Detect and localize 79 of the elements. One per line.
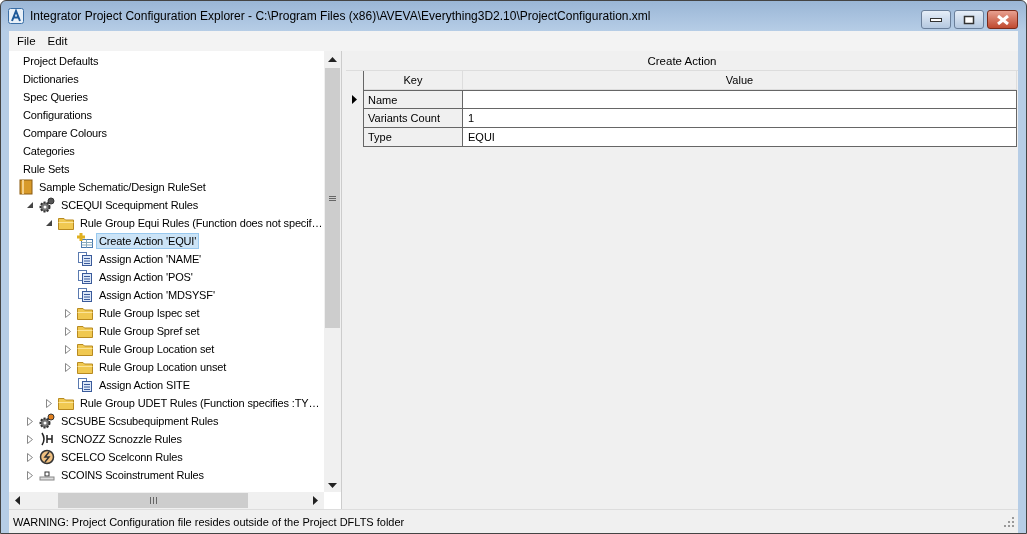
tree-item[interactable]: SCNOZZ Scnozzle Rules [58,431,185,447]
tree-item[interactable]: Rule Group Equi Rules (Function does not specif… [77,215,326,231]
gears-icon [39,413,55,429]
tree-item[interactable]: SCELCO Scelconn Rules [58,449,186,465]
minimize-button[interactable] [921,10,951,29]
table-cell[interactable] [463,90,1017,109]
resize-grip-icon[interactable] [1004,516,1014,527]
tree-item[interactable]: SCEQUI Scequipment Rules [58,197,201,213]
expand-arrow-icon[interactable] [65,344,71,354]
folder-icon [77,324,93,338]
folder-icon [77,360,93,374]
nozzle-icon [39,431,55,447]
tree-item[interactable]: Dictionaries [20,71,82,87]
tree-item[interactable]: Rule Group Location unset [96,359,230,375]
expand-arrow-icon[interactable] [65,326,71,336]
tree-item[interactable]: Assign Action 'POS' [96,269,196,285]
panel-title: Create Action [346,51,1018,71]
expand-arrow-icon[interactable] [65,308,71,318]
tree-item[interactable]: Rule Group Ispec set [96,305,203,321]
tree-item[interactable]: SCOINS Scoinstrument Rules [58,467,207,483]
grip-icon [149,497,157,504]
folder-icon [58,216,74,230]
document-icon [77,287,93,303]
tree-item[interactable]: Sample Schematic/Design RuleSet [36,179,209,195]
tree-item[interactable]: Rule Group UDET Rules (Function specifies :TY… [77,395,323,411]
tree-item[interactable]: Rule Group Location set [96,341,218,357]
tree-item[interactable]: Create Action 'EQUI' [96,233,200,249]
book-icon [19,179,33,195]
minimize-icon [930,16,942,23]
tree-item[interactable]: Rule Group Spref set [96,323,203,339]
window-title: Integrator Project Configuration Explorer - C:\Program Files (x86)\AVEVA\Everything3D2.10\ProjectConfiguration.xml [30,9,651,23]
table-cell: Type [364,128,463,147]
collapse-arrow-icon[interactable] [27,202,33,208]
tree-item[interactable]: Assign Action 'MDSYSF' [96,287,218,303]
expand-arrow-icon[interactable] [46,398,52,408]
tree-item[interactable]: Rule Sets [20,161,73,177]
tree-item[interactable]: Assign Action 'NAME' [96,251,205,267]
table-cell: Name [364,90,463,109]
gears-icon [39,197,55,213]
tree-item[interactable]: Spec Queries [20,89,91,105]
vertical-scrollbar[interactable] [324,51,341,492]
menu-item[interactable]: Edit [43,35,76,47]
scroll-down-arrow-icon[interactable] [328,483,337,488]
bolt-circle-icon [39,449,55,465]
table-cell[interactable]: EQUI [463,128,1017,147]
tree-item[interactable]: Categories [20,143,78,159]
tree-item[interactable]: Assign Action SITE [96,377,193,393]
maximize-icon [963,14,975,25]
folder-icon [77,342,93,356]
tree-item[interactable]: Configurations [20,107,95,123]
status-text: WARNING: Project Configuration file resides outside of the Project DFLTS folder [13,515,405,528]
document-icon [77,251,93,267]
grip-icon [329,195,336,201]
folder-icon [58,396,74,410]
collapse-arrow-icon[interactable] [46,220,52,226]
expand-arrow-icon[interactable] [27,470,33,480]
document-icon [77,377,93,393]
scroll-up-arrow-icon[interactable] [328,57,337,62]
table-cell[interactable]: 1 [463,109,1017,128]
expand-arrow-icon[interactable] [27,452,33,462]
close-button[interactable] [987,10,1018,29]
table-cell: Variants Count [364,109,463,128]
current-row-arrow-icon [352,95,357,104]
document-icon [77,269,93,285]
scroll-left-arrow-icon[interactable] [15,496,20,505]
tree-item[interactable]: Project Defaults [20,53,102,69]
app-logo-icon [8,8,24,24]
expand-arrow-icon[interactable] [65,362,71,372]
add-table-icon [77,233,93,249]
expand-arrow-icon[interactable] [27,434,33,444]
tree-item[interactable]: SCSUBE Scsubequipment Rules [58,413,222,429]
scroll-right-arrow-icon[interactable] [313,496,318,505]
menu-item[interactable]: File [13,35,44,47]
tree-item[interactable]: Compare Colours [20,125,110,141]
folder-icon [77,306,93,320]
close-icon [995,14,1010,25]
maximize-button[interactable] [954,10,984,29]
horizontal-scrollbar[interactable] [9,492,324,509]
expand-arrow-icon[interactable] [27,416,33,426]
